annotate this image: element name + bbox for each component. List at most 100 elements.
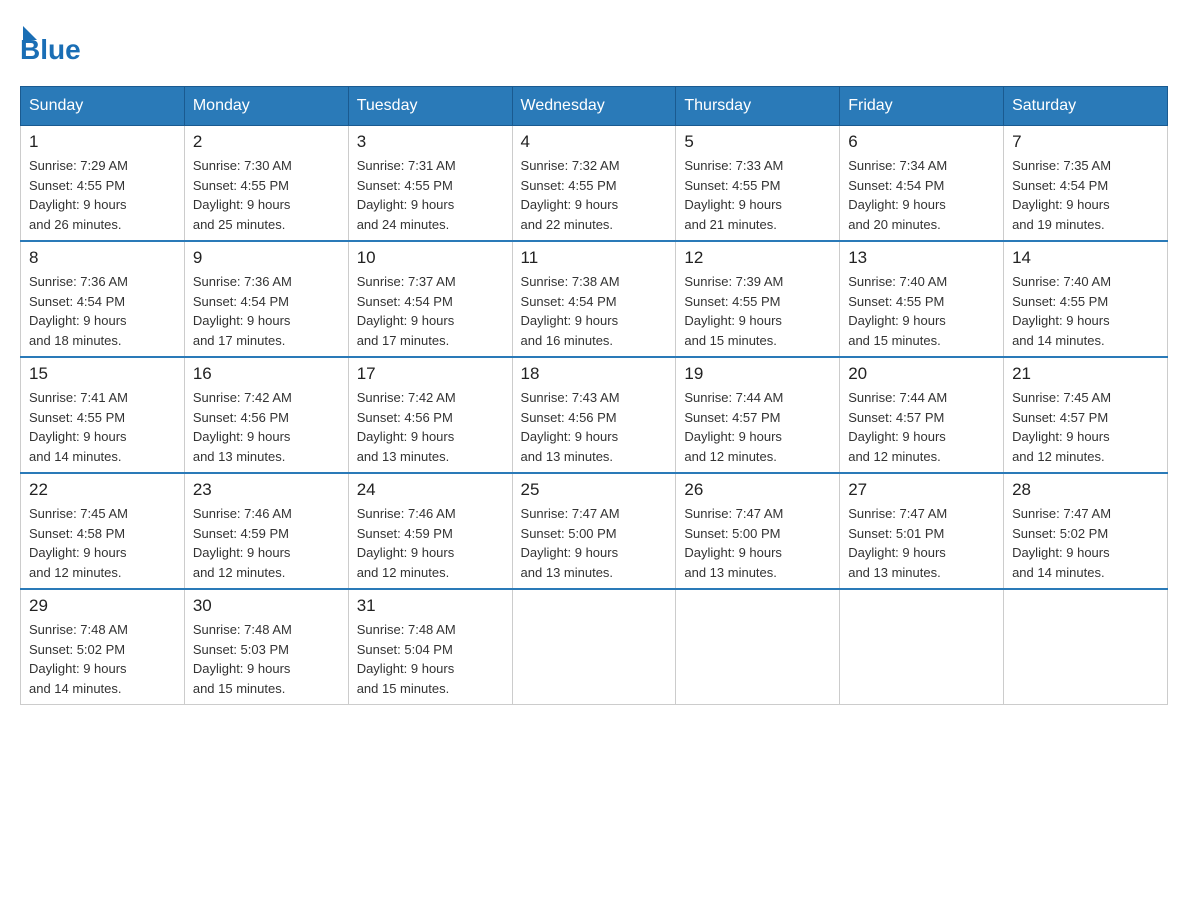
day-number: 13: [848, 248, 995, 268]
day-info: Sunrise: 7:38 AMSunset: 4:54 PMDaylight:…: [521, 272, 668, 350]
calendar-day-cell: 30Sunrise: 7:48 AMSunset: 5:03 PMDayligh…: [184, 589, 348, 705]
day-info: Sunrise: 7:43 AMSunset: 4:56 PMDaylight:…: [521, 388, 668, 466]
logo: Blue: [20, 20, 81, 66]
calendar-day-cell: 2 Sunrise: 7:30 AMSunset: 4:55 PMDaylight…: [184, 126, 348, 242]
day-of-week-header: Sunday: [21, 87, 185, 126]
calendar-day-cell: 27Sunrise: 7:47 AMSunset: 5:01 PMDayligh…: [840, 473, 1004, 589]
day-info: Sunrise: 7:44 AMSunset: 4:57 PMDaylight:…: [684, 388, 831, 466]
day-info: Sunrise: 7:33 AMSunset: 4:55 PMDaylight:…: [684, 156, 831, 234]
day-number: 3: [357, 132, 504, 152]
day-info: Sunrise: 7:47 AMSunset: 5:02 PMDaylight:…: [1012, 504, 1159, 582]
calendar-day-cell: 14 Sunrise: 7:40 AMSunset: 4:55 PMDayligh…: [1004, 241, 1168, 357]
day-info: Sunrise: 7:36 AMSunset: 4:54 PMDaylight:…: [193, 272, 340, 350]
day-info: Sunrise: 7:47 AMSunset: 5:00 PMDaylight:…: [684, 504, 831, 582]
day-of-week-header: Thursday: [676, 87, 840, 126]
day-of-week-header: Friday: [840, 87, 1004, 126]
day-of-week-header: Monday: [184, 87, 348, 126]
calendar-day-cell: 18 Sunrise: 7:43 AMSunset: 4:56 PMDayligh…: [512, 357, 676, 473]
calendar-day-cell: 7 Sunrise: 7:35 AMSunset: 4:54 PMDaylight…: [1004, 126, 1168, 242]
day-info: Sunrise: 7:48 AMSunset: 5:02 PMDaylight:…: [29, 620, 176, 698]
day-info: Sunrise: 7:29 AMSunset: 4:55 PMDaylight:…: [29, 156, 176, 234]
day-number: 12: [684, 248, 831, 268]
calendar-day-cell: 4 Sunrise: 7:32 AMSunset: 4:55 PMDaylight…: [512, 126, 676, 242]
day-number: 30: [193, 596, 340, 616]
day-info: Sunrise: 7:41 AMSunset: 4:55 PMDaylight:…: [29, 388, 176, 466]
day-number: 7: [1012, 132, 1159, 152]
day-info: Sunrise: 7:40 AMSunset: 4:55 PMDaylight:…: [848, 272, 995, 350]
day-info: Sunrise: 7:30 AMSunset: 4:55 PMDaylight:…: [193, 156, 340, 234]
calendar-day-cell: 16Sunrise: 7:42 AMSunset: 4:56 PMDayligh…: [184, 357, 348, 473]
calendar-day-cell: [676, 589, 840, 705]
calendar-day-cell: 28 Sunrise: 7:47 AMSunset: 5:02 PMDayligh…: [1004, 473, 1168, 589]
day-number: 27: [848, 480, 995, 500]
calendar-day-cell: 17 Sunrise: 7:42 AMSunset: 4:56 PMDayligh…: [348, 357, 512, 473]
calendar-day-cell: 24 Sunrise: 7:46 AMSunset: 4:59 PMDayligh…: [348, 473, 512, 589]
day-number: 1: [29, 132, 176, 152]
day-number: 14: [1012, 248, 1159, 268]
day-number: 5: [684, 132, 831, 152]
day-info: Sunrise: 7:34 AMSunset: 4:54 PMDaylight:…: [848, 156, 995, 234]
calendar-day-cell: 22Sunrise: 7:45 AMSunset: 4:58 PMDayligh…: [21, 473, 185, 589]
calendar-day-cell: [840, 589, 1004, 705]
day-number: 22: [29, 480, 176, 500]
day-number: 11: [521, 248, 668, 268]
calendar-week-row: 8 Sunrise: 7:36 AMSunset: 4:54 PMDaylight…: [21, 241, 1168, 357]
day-info: Sunrise: 7:40 AMSunset: 4:55 PMDaylight:…: [1012, 272, 1159, 350]
day-info: Sunrise: 7:47 AMSunset: 5:00 PMDaylight:…: [521, 504, 668, 582]
calendar-header-row: SundayMondayTuesdayWednesdayThursdayFrid…: [21, 87, 1168, 126]
day-info: Sunrise: 7:39 AMSunset: 4:55 PMDaylight:…: [684, 272, 831, 350]
calendar-week-row: 22Sunrise: 7:45 AMSunset: 4:58 PMDayligh…: [21, 473, 1168, 589]
day-of-week-header: Wednesday: [512, 87, 676, 126]
calendar-day-cell: 11 Sunrise: 7:38 AMSunset: 4:54 PMDayligh…: [512, 241, 676, 357]
calendar-week-row: 1 Sunrise: 7:29 AMSunset: 4:55 PMDaylight…: [21, 126, 1168, 242]
day-info: Sunrise: 7:35 AMSunset: 4:54 PMDaylight:…: [1012, 156, 1159, 234]
calendar-day-cell: 12 Sunrise: 7:39 AMSunset: 4:55 PMDayligh…: [676, 241, 840, 357]
calendar-day-cell: 3 Sunrise: 7:31 AMSunset: 4:55 PMDaylight…: [348, 126, 512, 242]
day-number: 21: [1012, 364, 1159, 384]
day-number: 9: [193, 248, 340, 268]
day-info: Sunrise: 7:37 AMSunset: 4:54 PMDaylight:…: [357, 272, 504, 350]
calendar-day-cell: 6 Sunrise: 7:34 AMSunset: 4:54 PMDaylight…: [840, 126, 1004, 242]
calendar-week-row: 15 Sunrise: 7:41 AMSunset: 4:55 PMDayligh…: [21, 357, 1168, 473]
calendar-table: SundayMondayTuesdayWednesdayThursdayFrid…: [20, 86, 1168, 705]
calendar-day-cell: 9 Sunrise: 7:36 AMSunset: 4:54 PMDaylight…: [184, 241, 348, 357]
calendar-day-cell: 15 Sunrise: 7:41 AMSunset: 4:55 PMDayligh…: [21, 357, 185, 473]
day-number: 8: [29, 248, 176, 268]
day-number: 29: [29, 596, 176, 616]
day-number: 20: [848, 364, 995, 384]
day-of-week-header: Saturday: [1004, 87, 1168, 126]
calendar-day-cell: 10 Sunrise: 7:37 AMSunset: 4:54 PMDayligh…: [348, 241, 512, 357]
calendar-day-cell: 31 Sunrise: 7:48 AMSunset: 5:04 PMDayligh…: [348, 589, 512, 705]
day-of-week-header: Tuesday: [348, 87, 512, 126]
day-info: Sunrise: 7:31 AMSunset: 4:55 PMDaylight:…: [357, 156, 504, 234]
day-info: Sunrise: 7:46 AMSunset: 4:59 PMDaylight:…: [357, 504, 504, 582]
day-info: Sunrise: 7:45 AMSunset: 4:57 PMDaylight:…: [1012, 388, 1159, 466]
day-number: 26: [684, 480, 831, 500]
day-number: 15: [29, 364, 176, 384]
day-info: Sunrise: 7:32 AMSunset: 4:55 PMDaylight:…: [521, 156, 668, 234]
calendar-day-cell: 25 Sunrise: 7:47 AMSunset: 5:00 PMDayligh…: [512, 473, 676, 589]
day-number: 4: [521, 132, 668, 152]
day-info: Sunrise: 7:42 AMSunset: 4:56 PMDaylight:…: [357, 388, 504, 466]
calendar-day-cell: 21 Sunrise: 7:45 AMSunset: 4:57 PMDayligh…: [1004, 357, 1168, 473]
logo-subtitle: Blue: [20, 34, 81, 66]
day-info: Sunrise: 7:36 AMSunset: 4:54 PMDaylight:…: [29, 272, 176, 350]
day-number: 25: [521, 480, 668, 500]
day-number: 23: [193, 480, 340, 500]
calendar-day-cell: 1 Sunrise: 7:29 AMSunset: 4:55 PMDaylight…: [21, 126, 185, 242]
calendar-day-cell: [1004, 589, 1168, 705]
day-number: 17: [357, 364, 504, 384]
day-number: 2: [193, 132, 340, 152]
calendar-day-cell: 23Sunrise: 7:46 AMSunset: 4:59 PMDayligh…: [184, 473, 348, 589]
calendar-day-cell: 13 Sunrise: 7:40 AMSunset: 4:55 PMDayligh…: [840, 241, 1004, 357]
day-number: 18: [521, 364, 668, 384]
day-info: Sunrise: 7:42 AMSunset: 4:56 PMDaylight:…: [193, 388, 340, 466]
day-info: Sunrise: 7:48 AMSunset: 5:04 PMDaylight:…: [357, 620, 504, 698]
day-number: 6: [848, 132, 995, 152]
day-number: 31: [357, 596, 504, 616]
day-number: 19: [684, 364, 831, 384]
day-number: 10: [357, 248, 504, 268]
calendar-week-row: 29 Sunrise: 7:48 AMSunset: 5:02 PMDayligh…: [21, 589, 1168, 705]
day-number: 24: [357, 480, 504, 500]
day-number: 28: [1012, 480, 1159, 500]
